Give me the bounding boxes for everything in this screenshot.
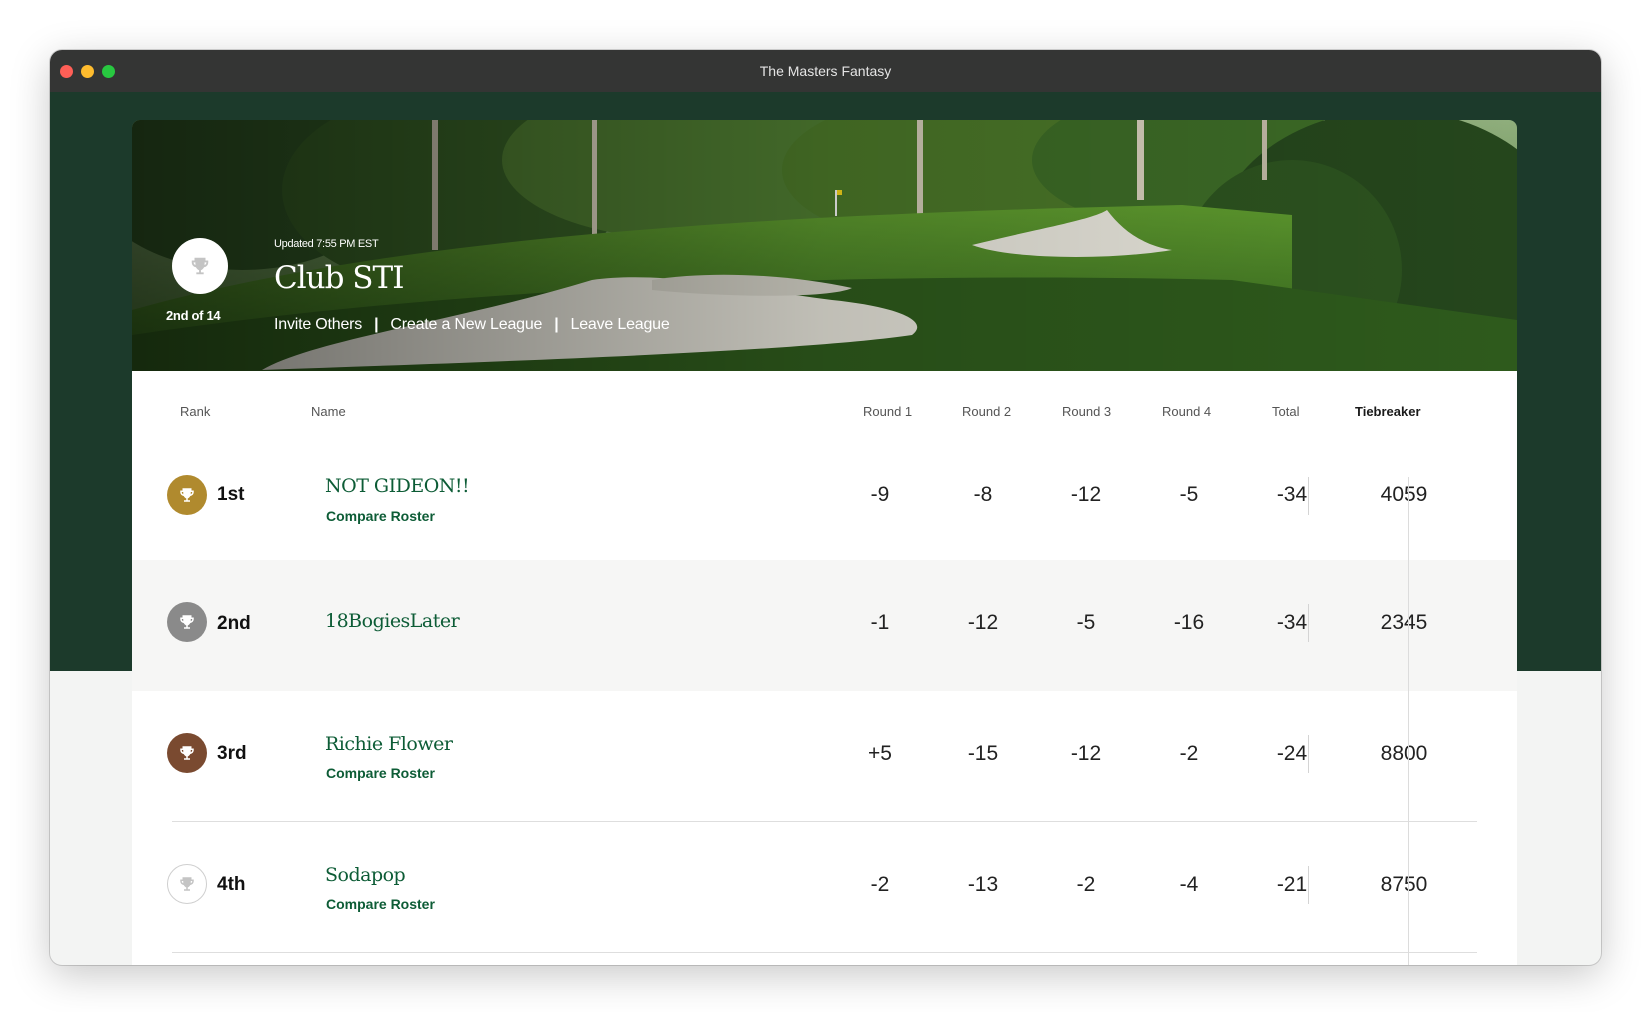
invite-others-link[interactable]: Invite Others: [274, 316, 362, 334]
round-3-score: -5: [1076, 611, 1096, 634]
rank-label: 4th: [217, 874, 246, 895]
rank-label: 1st: [217, 484, 245, 505]
league-name: Club STI: [274, 260, 404, 296]
silver-trophy-icon: [167, 602, 207, 642]
tiebreaker-value: 8750: [1380, 873, 1428, 896]
team-name-link[interactable]: Sodapop: [325, 864, 406, 886]
table-row[interactable]: 4th Sodapop Compare Roster -2 -13 -2 -4 …: [132, 822, 1517, 953]
rank-label: 3rd: [217, 743, 247, 764]
gold-trophy-icon: [167, 475, 207, 515]
column-header-total: Total: [1272, 404, 1300, 419]
trophy-icon: [191, 257, 209, 275]
team-name-link[interactable]: 18BogiesLater: [325, 610, 460, 632]
column-header-round-1: Round 1: [863, 404, 913, 419]
column-header-round-2: Round 2: [962, 404, 1012, 419]
round-1-score: +5: [868, 742, 892, 765]
team-name-link[interactable]: NOT GIDEON!!: [325, 475, 470, 497]
tiebreaker-value: 4059: [1380, 483, 1428, 506]
round-2-score: -15: [967, 742, 999, 765]
leaderboard: Rank Name Round 1 Round 2 Round 3 Round …: [132, 371, 1517, 965]
league-standing: 2nd of 14: [166, 308, 221, 323]
link-separator: |: [374, 316, 379, 333]
window-title: The Masters Fantasy: [759, 63, 892, 79]
link-separator: |: [554, 316, 559, 333]
compare-roster-link[interactable]: Compare Roster: [326, 765, 435, 781]
tiebreaker-value: 2345: [1380, 611, 1428, 634]
round-4-score: -2: [1179, 742, 1199, 765]
round-2-score: -8: [973, 483, 993, 506]
column-header-round-4: Round 4: [1162, 404, 1212, 419]
total-score: -34: [1276, 611, 1308, 634]
column-header-rank: Rank: [180, 404, 211, 419]
league-hero-banner: 2nd of 14 Updated 7:55 PM EST Club STI I…: [132, 120, 1517, 371]
title-bar: The Masters Fantasy: [50, 50, 1601, 92]
updated-timestamp: Updated 7:55 PM EST: [274, 238, 379, 250]
table-row[interactable]: 2nd 18BogiesLater -1 -12 -5 -16 -34 2345: [132, 560, 1517, 691]
compare-roster-link[interactable]: Compare Roster: [326, 896, 435, 912]
app-window: The Masters Fantasy 2nd of 14 Updated 7:…: [50, 50, 1601, 965]
bronze-trophy-icon: [167, 733, 207, 773]
round-2-score: -12: [967, 611, 999, 634]
tiebreaker-column-divider: [1408, 477, 1409, 965]
table-row[interactable]: 3rd Richie Flower Compare Roster +5 -15 …: [132, 691, 1517, 822]
round-3-score: -2: [1076, 873, 1096, 896]
round-4-score: -5: [1179, 483, 1199, 506]
round-1-score: -2: [870, 873, 890, 896]
create-new-league-link[interactable]: Create a New League: [390, 316, 542, 334]
team-name-link[interactable]: Richie Flower: [325, 733, 453, 755]
total-score: -24: [1276, 742, 1308, 765]
column-header-round-3: Round 3: [1062, 404, 1112, 419]
round-3-score: -12: [1070, 483, 1102, 506]
rank-label: 2nd: [217, 613, 251, 634]
compare-roster-link[interactable]: Compare Roster: [326, 508, 435, 524]
round-1-score: -1: [870, 611, 890, 634]
round-2-score: -13: [967, 873, 999, 896]
row-divider: [172, 952, 1477, 953]
table-row[interactable]: 1st NOT GIDEON!! Compare Roster -9 -8 -1…: [132, 429, 1517, 560]
round-1-score: -9: [870, 483, 890, 506]
round-3-score: -12: [1070, 742, 1102, 765]
outline-trophy-icon: [167, 864, 207, 904]
column-header-tiebreaker: Tiebreaker: [1355, 404, 1421, 419]
total-score: -34: [1276, 483, 1308, 506]
league-trophy-badge: [172, 238, 228, 294]
leave-league-link[interactable]: Leave League: [571, 316, 670, 334]
tiebreaker-value: 8800: [1380, 742, 1428, 765]
column-header-name: Name: [311, 404, 346, 419]
round-4-score: -16: [1173, 611, 1205, 634]
league-actions: Invite Others | Create a New League | Le…: [274, 316, 670, 334]
round-4-score: -4: [1179, 873, 1199, 896]
total-score: -21: [1276, 873, 1308, 896]
